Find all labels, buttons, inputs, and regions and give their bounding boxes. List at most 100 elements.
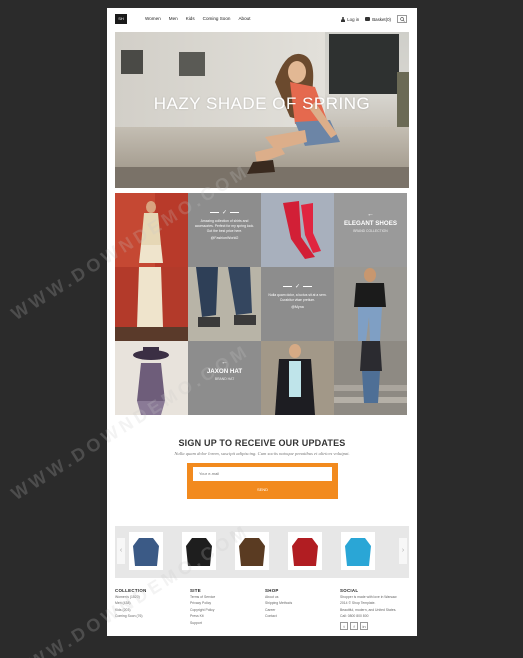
- footer-column-shop: SHOP About us Shipping Methods Career Co…: [265, 588, 335, 619]
- jacket-shape: [292, 538, 318, 566]
- footer-link[interactable]: Kids (203): [115, 608, 185, 612]
- hero-banner[interactable]: HAZY SHADE OF SPRING: [115, 32, 409, 188]
- twitter-icon[interactable]: t: [340, 621, 348, 630]
- nav-coming-soon[interactable]: Coming Soon: [203, 16, 231, 21]
- footer-link[interactable]: Women's (1520): [115, 595, 185, 599]
- facebook-icon[interactable]: f: [350, 621, 358, 630]
- site-header: SH Women Men Kids Coming Soon About Log …: [107, 8, 417, 32]
- header-actions: Log in Basket(0): [341, 15, 407, 23]
- linkedin-icon[interactable]: in: [360, 621, 368, 630]
- jacket-shape: [345, 538, 371, 566]
- bird-icon: ✓: [221, 210, 228, 216]
- tweet-tile[interactable]: ✓ Nulla quam dolor, a luctus sit at a se…: [261, 267, 334, 341]
- tweet-text: Nulla quam dolor, a luctus sit at a sem.…: [268, 293, 327, 302]
- footer-column-collection: COLLECTION Women's (1520) Men (438) Kids…: [115, 588, 185, 619]
- footer-text: Beautiful, modern, and United States.: [340, 607, 397, 612]
- logo[interactable]: SH: [115, 14, 127, 24]
- site-footer: COLLECTION Women's (1520) Men (438) Kids…: [115, 588, 409, 636]
- bird-icon: ✓: [294, 284, 301, 290]
- footer-link[interactable]: Copyright Policy: [190, 608, 260, 612]
- carousel-product[interactable]: [129, 532, 163, 570]
- nav-women[interactable]: Women: [145, 16, 161, 21]
- jacket-image: [345, 538, 371, 566]
- photo-tile-red-dress[interactable]: [115, 193, 188, 267]
- footer-text: Shopper is made with love in Warsaw.: [340, 595, 398, 599]
- photo-tile-stairs[interactable]: [334, 341, 407, 415]
- footer-link[interactable]: Shipping Methods: [265, 601, 335, 605]
- footer-link[interactable]: Privacy Policy: [190, 601, 260, 605]
- footer-link[interactable]: About us: [265, 595, 335, 599]
- search-button[interactable]: [397, 15, 407, 23]
- product-tile-elegant-shoes[interactable]: ← ELEGANT SHOES BRAND COLLECTION: [334, 193, 407, 267]
- search-icon: [399, 16, 405, 22]
- login-link[interactable]: Log in: [341, 16, 360, 22]
- footer-link[interactable]: Career: [265, 608, 335, 612]
- footer-heading: SITE: [190, 588, 201, 593]
- carousel-product[interactable]: [341, 532, 375, 570]
- product-name: ELEGANT SHOES: [344, 220, 397, 227]
- tweet-handle[interactable]: @Myna: [261, 305, 334, 309]
- jacket-shape: [239, 538, 265, 566]
- footer-text: 2014 © Shop Template.: [340, 601, 376, 606]
- jacket-image: [133, 538, 159, 566]
- hero-window: [179, 52, 205, 76]
- photo-tile-red-heels[interactable]: [261, 193, 334, 267]
- photo-tile-hat[interactable]: [115, 341, 188, 415]
- tweet-handle[interactable]: @FashionWorld2: [188, 236, 261, 240]
- jacket-shape: [133, 538, 159, 566]
- send-button[interactable]: SEND: [193, 485, 332, 495]
- hero-title: HAZY SHADE OF SPRING: [153, 94, 371, 113]
- login-label: Log in: [347, 16, 360, 22]
- social-icons: t f in: [340, 621, 410, 630]
- footer-heading: SHOP: [265, 588, 279, 593]
- footer-link[interactable]: Terms of Service: [190, 595, 260, 599]
- tweet-tile[interactable]: ✓ Amazing collection of shirts and acces…: [188, 193, 261, 267]
- arrow-left-icon: ←: [367, 211, 374, 218]
- jacket-shape: [186, 538, 212, 566]
- carousel-product[interactable]: [288, 532, 322, 570]
- email-input[interactable]: [193, 467, 332, 481]
- newsletter-section: SIGN UP TO RECEIVE OUR UPDATES Nulla qua…: [107, 438, 417, 456]
- twitter-divider: ✓: [261, 283, 334, 290]
- jacket-image: [186, 538, 212, 566]
- user-icon: [341, 16, 346, 22]
- product-carousel: ‹ ›: [115, 526, 409, 578]
- product-subtitle: BRAND COLLECTION: [353, 229, 388, 233]
- nav-men[interactable]: Men: [169, 16, 178, 21]
- product-tile-jaxon-hat[interactable]: ← JAXON HAT BRAND HAT: [188, 341, 261, 415]
- product-subtitle: BRAND HAT: [214, 377, 235, 381]
- carousel-next-button[interactable]: ›: [399, 538, 407, 564]
- basket-label: Basket(0): [372, 16, 391, 22]
- arrow-left-icon: ←: [221, 359, 228, 366]
- hero-window: [121, 50, 143, 74]
- footer-link[interactable]: Press Kit: [190, 614, 260, 618]
- footer-link[interactable]: Contact: [265, 614, 335, 618]
- photo-image: [275, 344, 315, 415]
- footer-link[interactable]: Support: [190, 621, 260, 625]
- footer-column-social: SOCIAL Shopper is made with love in Wars…: [340, 588, 410, 630]
- photo-image: [139, 193, 188, 267]
- photo-tile-ripped-jeans[interactable]: [334, 267, 407, 341]
- carousel-product[interactable]: [182, 532, 216, 570]
- footer-heading: COLLECTION: [115, 588, 147, 593]
- carousel-product[interactable]: [235, 532, 269, 570]
- basket-link[interactable]: Basket(0): [365, 17, 391, 22]
- tweet-text: Amazing collection of shirts and accesso…: [194, 219, 255, 233]
- nav-kids[interactable]: Kids: [186, 16, 195, 21]
- carousel-prev-button[interactable]: ‹: [117, 538, 125, 564]
- photo-tile-jeans[interactable]: [188, 267, 261, 341]
- photo-image: [196, 267, 256, 327]
- footer-link[interactable]: Men (438): [115, 601, 185, 605]
- main-nav: Women Men Kids Coming Soon About: [145, 16, 250, 21]
- photo-image: [261, 193, 334, 267]
- nav-about[interactable]: About: [238, 16, 250, 21]
- newsletter-title: SIGN UP TO RECEIVE OUR UPDATES: [178, 438, 346, 448]
- footer-column-site: SITE Terms of Service Privacy Policy Cop…: [190, 588, 260, 625]
- photo-tile-blazer[interactable]: [261, 341, 334, 415]
- footer-heading: SOCIAL: [340, 588, 359, 593]
- footer-link[interactable]: Coming Soon (76): [115, 614, 185, 618]
- photo-tile-red-door[interactable]: [115, 267, 188, 341]
- footer-text: Call: 0800 800 800: [340, 614, 369, 619]
- photo-image: [354, 268, 386, 341]
- photo-image: [133, 347, 169, 415]
